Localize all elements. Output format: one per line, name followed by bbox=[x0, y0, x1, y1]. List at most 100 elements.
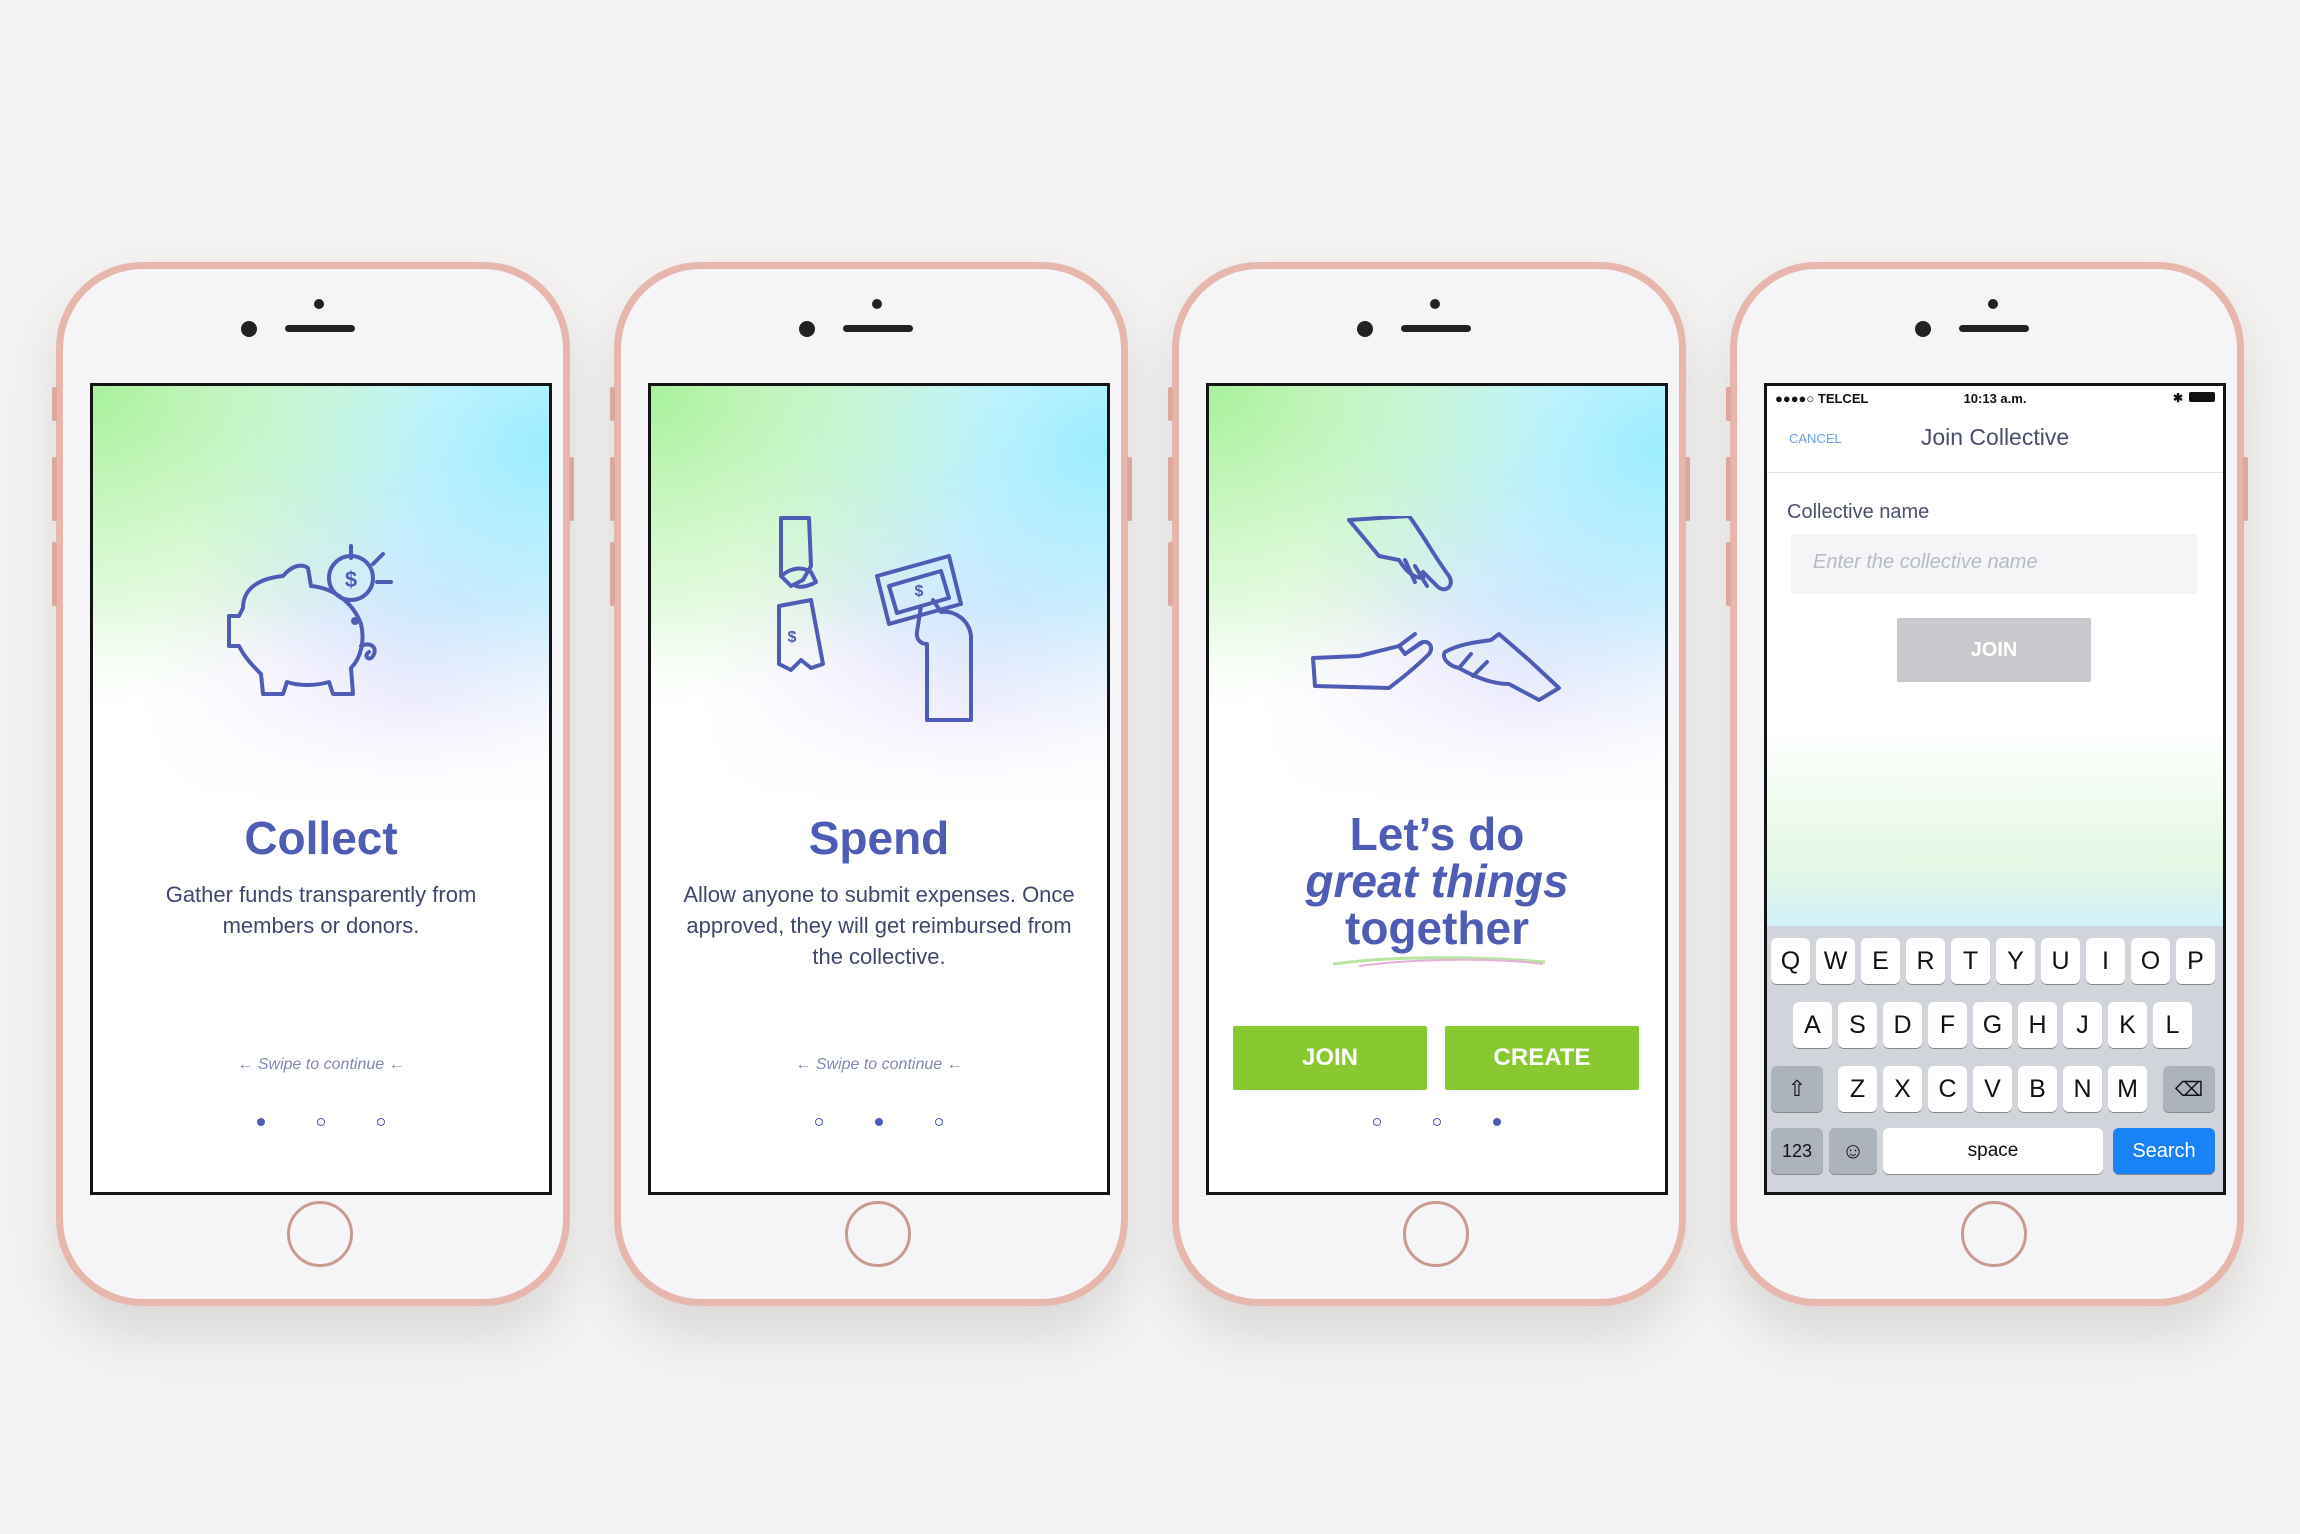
key-e[interactable]: E bbox=[1861, 938, 1900, 984]
key-j[interactable]: J bbox=[2063, 1002, 2102, 1048]
key-w[interactable]: W bbox=[1816, 938, 1855, 984]
backspace-icon[interactable]: ⌫ bbox=[2163, 1066, 2215, 1112]
swipe-hint: ← Swipe to continue ← bbox=[795, 1056, 963, 1073]
screen: $ $ Spend Allow anyone to submit expense… bbox=[648, 383, 1110, 1195]
power-button bbox=[569, 457, 574, 521]
power-button bbox=[2243, 457, 2248, 521]
key-q[interactable]: Q bbox=[1771, 938, 1810, 984]
camera bbox=[799, 321, 815, 337]
volume-down-button bbox=[610, 542, 615, 606]
page-title: Spend bbox=[808, 812, 950, 864]
title-line-1: Let’s do bbox=[1349, 808, 1525, 860]
key-o[interactable]: O bbox=[2131, 938, 2170, 984]
screen: ●●●●○ TELCEL 10:13 a.m. ✱ CANCEL Join Co… bbox=[1764, 383, 2226, 1195]
underline-stroke bbox=[1332, 956, 1546, 967]
page-subtitle: Gather funds transparently from members … bbox=[165, 882, 477, 938]
three-hands-icon bbox=[1311, 516, 1561, 702]
create-button[interactable]: CREATE bbox=[1445, 1026, 1639, 1090]
key-g[interactable]: G bbox=[1973, 1002, 2012, 1048]
key-a[interactable]: A bbox=[1793, 1002, 1832, 1048]
key-b[interactable]: B bbox=[2018, 1066, 2057, 1112]
svg-text:$: $ bbox=[345, 567, 357, 592]
phone-spend: $ $ Spend Allow anyone to submit expense… bbox=[610, 262, 1132, 1306]
join-button[interactable]: JOIN bbox=[1233, 1026, 1427, 1090]
camera bbox=[1357, 321, 1373, 337]
page-dot-2[interactable] bbox=[317, 1118, 325, 1126]
numbers-key[interactable]: 123 bbox=[1771, 1128, 1823, 1174]
svg-text:$: $ bbox=[915, 583, 924, 600]
key-v[interactable]: V bbox=[1973, 1066, 2012, 1112]
key-f[interactable]: F bbox=[1928, 1002, 1967, 1048]
bluetooth-icon: ✱ bbox=[2172, 391, 2183, 405]
phone-join-collective: ●●●●○ TELCEL 10:13 a.m. ✱ CANCEL Join Co… bbox=[1726, 262, 2248, 1306]
page-dot-1[interactable] bbox=[257, 1118, 265, 1126]
page-indicator[interactable] bbox=[651, 1118, 1107, 1126]
page-dot-3[interactable] bbox=[935, 1118, 943, 1126]
page-dot-3[interactable] bbox=[377, 1118, 385, 1126]
page-title: Let’s do great things together bbox=[1209, 811, 1665, 952]
shift-icon[interactable]: ⇧ bbox=[1771, 1066, 1823, 1112]
title-line-3-text: together bbox=[1345, 902, 1529, 954]
home-button[interactable] bbox=[287, 1201, 353, 1267]
speaker bbox=[843, 325, 913, 332]
title-line-2: great things bbox=[1305, 855, 1569, 907]
key-t[interactable]: T bbox=[1951, 938, 1990, 984]
page-dot-3[interactable] bbox=[1493, 1118, 1501, 1126]
key-u[interactable]: U bbox=[2041, 938, 2080, 984]
page-dot-2[interactable] bbox=[1433, 1118, 1441, 1126]
key-z[interactable]: Z bbox=[1838, 1066, 1877, 1112]
sensor bbox=[872, 299, 882, 309]
gradient-background bbox=[1767, 726, 2223, 926]
key-x[interactable]: X bbox=[1883, 1066, 1922, 1112]
space-key[interactable]: space bbox=[1883, 1128, 2103, 1174]
phone-body: $ $ Spend Allow anyone to submit expense… bbox=[621, 269, 1121, 1299]
key-p[interactable]: P bbox=[2176, 938, 2215, 984]
sensor bbox=[314, 299, 324, 309]
phone-body: $ Collect Gather funds transparently fro… bbox=[63, 269, 563, 1299]
camera bbox=[1915, 321, 1931, 337]
home-button[interactable] bbox=[1961, 1201, 2027, 1267]
key-c[interactable]: C bbox=[1928, 1066, 1967, 1112]
page-dot-1[interactable] bbox=[1373, 1118, 1381, 1126]
volume-up-button bbox=[1726, 457, 1731, 521]
key-y[interactable]: Y bbox=[1996, 938, 2035, 984]
join-button[interactable]: JOIN bbox=[1897, 618, 2091, 682]
hands-exchange-money-icon: $ $ bbox=[777, 516, 973, 722]
volume-up-button bbox=[52, 457, 57, 521]
screen: Let’s do great things together JOIN CREA… bbox=[1206, 383, 1668, 1195]
volume-down-button bbox=[1726, 542, 1731, 606]
nav-bar: CANCEL Join Collective bbox=[1767, 408, 2223, 473]
volume-down-button bbox=[1168, 542, 1173, 606]
key-n[interactable]: N bbox=[2063, 1066, 2102, 1112]
emoji-icon[interactable]: ☺ bbox=[1829, 1128, 1877, 1174]
page-dot-1[interactable] bbox=[815, 1118, 823, 1126]
key-m[interactable]: M bbox=[2108, 1066, 2147, 1112]
home-button[interactable] bbox=[845, 1201, 911, 1267]
piggy-bank-icon: $ bbox=[227, 544, 393, 696]
nav-title: Join Collective bbox=[1920, 424, 2070, 450]
mute-switch bbox=[1726, 387, 1731, 421]
home-button[interactable] bbox=[1403, 1201, 1469, 1267]
speaker bbox=[1401, 325, 1471, 332]
page-indicator[interactable] bbox=[93, 1118, 549, 1126]
key-d[interactable]: D bbox=[1883, 1002, 1922, 1048]
key-i[interactable]: I bbox=[2086, 938, 2125, 984]
page-title: Collect bbox=[244, 812, 398, 864]
search-key[interactable]: Search bbox=[2113, 1128, 2215, 1174]
page-indicator[interactable] bbox=[1209, 1118, 1665, 1126]
status-bar: ●●●●○ TELCEL 10:13 a.m. ✱ bbox=[1767, 386, 2223, 408]
camera bbox=[241, 321, 257, 337]
key-h[interactable]: H bbox=[2018, 1002, 2057, 1048]
phone-together: Let’s do great things together JOIN CREA… bbox=[1168, 262, 1690, 1306]
collective-name-input[interactable]: Enter the collective name bbox=[1791, 534, 2197, 594]
mute-switch bbox=[52, 387, 57, 421]
key-k[interactable]: K bbox=[2108, 1002, 2147, 1048]
page-dot-2[interactable] bbox=[875, 1118, 883, 1126]
key-l[interactable]: L bbox=[2153, 1002, 2192, 1048]
collective-name-label: Collective name bbox=[1787, 501, 1930, 523]
key-r[interactable]: R bbox=[1906, 938, 1945, 984]
volume-down-button bbox=[52, 542, 57, 606]
speaker bbox=[285, 325, 355, 332]
page-subtitle: Allow anyone to submit expenses. Once ap… bbox=[683, 882, 1075, 969]
key-s[interactable]: S bbox=[1838, 1002, 1877, 1048]
